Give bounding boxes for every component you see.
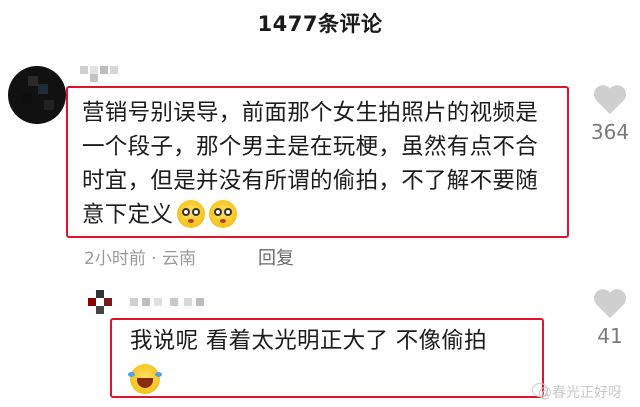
like-button[interactable]: 364 xyxy=(586,86,634,144)
like-count: 41 xyxy=(597,324,623,348)
flushed-face-emoji xyxy=(209,200,238,228)
comments-count-title: 1477条评论 xyxy=(257,12,383,36)
reply-avatar[interactable] xyxy=(88,290,114,316)
heart-icon[interactable] xyxy=(593,290,627,320)
comment-meta: 2小时前 · 云南 xyxy=(84,249,197,269)
reply-text: 我说呢 看着太光明正大了 不像偷拍 xyxy=(130,328,487,354)
reply-button[interactable]: 回复 xyxy=(258,244,294,270)
like-button[interactable]: 41 xyxy=(586,290,634,348)
avatar[interactable] xyxy=(8,66,66,124)
username-pixelated[interactable] xyxy=(80,62,128,82)
reply-username-pixelated[interactable] xyxy=(130,294,222,310)
like-count: 364 xyxy=(590,120,630,144)
reply-meta-faded xyxy=(130,400,350,407)
watermark: @春光正好呀 xyxy=(538,385,622,401)
heart-icon[interactable] xyxy=(593,86,627,116)
rolling-laughing-emoji xyxy=(128,364,162,394)
flushed-face-emoji xyxy=(177,200,206,228)
comment-text: 营销号别误导，前面那个女生拍照片的视频是一个段子，那个男主是在玩梗，虽然有点不合… xyxy=(82,100,539,228)
